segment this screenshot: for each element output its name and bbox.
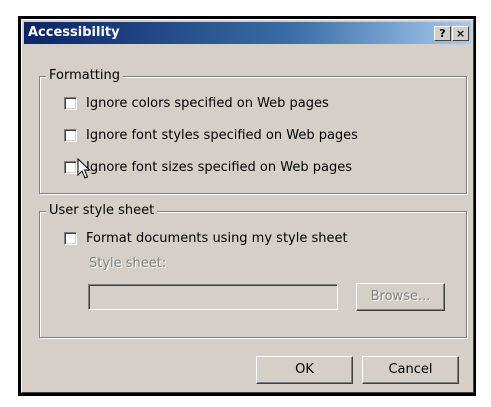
browse-label: Browse...	[370, 289, 431, 304]
ignore-colors-label: Ignore colors specified on Web pages	[86, 95, 329, 111]
ok-button[interactable]: OK	[256, 356, 353, 384]
ignore-font-sizes-checkbox[interactable]	[64, 160, 77, 174]
use-style-sheet-label: Format documents using my style sheet	[86, 230, 348, 246]
user-style-group: User style sheet Format documents using …	[39, 203, 467, 338]
option-ignore-font-styles[interactable]: Ignore font styles specified on Web page…	[64, 126, 358, 144]
ignore-font-styles-checkbox[interactable]	[64, 128, 77, 142]
style-sheet-input[interactable]	[88, 284, 338, 310]
title-bar[interactable]: Accessibility ? ×	[24, 22, 471, 44]
option-ignore-colors[interactable]: Ignore colors specified on Web pages	[64, 94, 329, 112]
dialog-title: Accessibility	[28, 25, 120, 40]
cancel-label: Cancel	[388, 362, 433, 377]
formatting-group: Formatting Ignore colors specified on We…	[39, 68, 467, 194]
use-style-sheet-checkbox[interactable]	[64, 231, 77, 245]
mouse-pointer-icon	[77, 158, 91, 179]
option-use-style-sheet[interactable]: Format documents using my style sheet	[64, 229, 348, 247]
ignore-colors-checkbox[interactable]	[64, 96, 77, 110]
help-icon: ?	[439, 27, 446, 40]
ignore-font-sizes-label: Ignore font sizes specified on Web pages	[86, 159, 352, 175]
formatting-legend: Formatting	[46, 68, 124, 83]
ok-label: OK	[295, 362, 314, 377]
user-style-legend: User style sheet	[46, 203, 158, 218]
help-button[interactable]: ?	[434, 26, 451, 41]
option-ignore-font-sizes[interactable]: Ignore font sizes specified on Web pages	[64, 158, 352, 176]
ignore-font-styles-label: Ignore font styles specified on Web page…	[86, 127, 358, 143]
close-icon: ×	[455, 27, 466, 40]
cancel-button[interactable]: Cancel	[362, 356, 459, 384]
browse-button[interactable]: Browse...	[356, 283, 445, 311]
style-sheet-label: Style sheet:	[89, 256, 167, 271]
accessibility-dialog: Accessibility ? × Formatting Ignore colo…	[21, 19, 474, 393]
close-button[interactable]: ×	[452, 26, 469, 41]
